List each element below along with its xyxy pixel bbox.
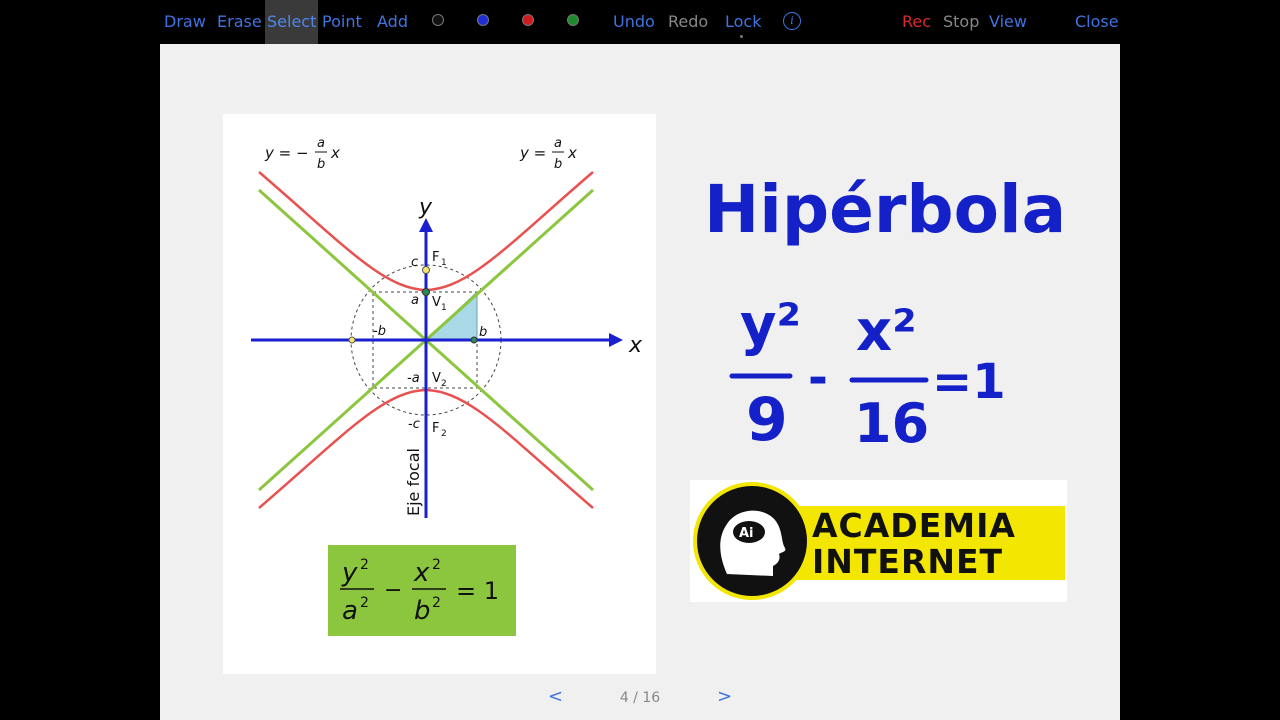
draw-button[interactable]: Draw [164,0,206,44]
handwritten-title: Hipérbola [704,171,1066,248]
page-indicator: 4 / 16 [619,690,661,706]
color-green-swatch[interactable] [567,14,579,26]
undo-button[interactable]: Undo [613,0,655,44]
head-silhouette-icon: Ai [720,510,786,576]
logo-head-circle: Ai [693,482,811,600]
view-button[interactable]: View [989,0,1027,44]
stop-button[interactable]: Stop [943,0,979,44]
logo-line2: INTERNET [812,542,1004,581]
close-button[interactable]: Close [1075,0,1119,44]
academia-internet-logo: Ai ACADEMIA INTERNET [690,480,1067,602]
color-blue-swatch[interactable] [477,14,489,26]
previous-page-button[interactable]: < [548,686,563,707]
handwritten-denominator-2: 16 [854,392,929,455]
lock-button[interactable]: Lock [725,0,761,44]
toolbar: Draw Erase Select Point Add Undo Redo Lo… [0,0,1280,44]
handwritten-minus: - [808,350,828,406]
logo-line1: ACADEMIA [812,506,1016,545]
handwritten-numerator-2: x² [856,299,917,364]
color-red-swatch[interactable] [522,14,534,26]
whiteboard-canvas[interactable]: y = − a b x y = a b x y x c a -b b -a -c [160,44,1120,720]
rec-button[interactable]: Rec [902,0,931,44]
info-icon[interactable]: i [783,12,801,30]
logo-badge-text: Ai [739,526,754,541]
redo-button[interactable]: Redo [668,0,708,44]
select-button[interactable]: Select [265,0,319,44]
erase-button[interactable]: Erase [217,0,262,44]
add-button[interactable]: Add [377,0,408,44]
handwritten-denominator-1: 9 [746,385,788,455]
point-button[interactable]: Point [322,0,362,44]
handwritten-numerator-1: y² [740,293,801,358]
color-black-swatch[interactable] [432,14,444,26]
next-page-button[interactable]: > [717,686,732,707]
lock-indicator-dot [740,35,743,38]
handwriting-layer: Hipérbola y² 9 - x² 16 =1 [704,171,1066,455]
handwritten-equals-one: =1 [932,354,1006,410]
